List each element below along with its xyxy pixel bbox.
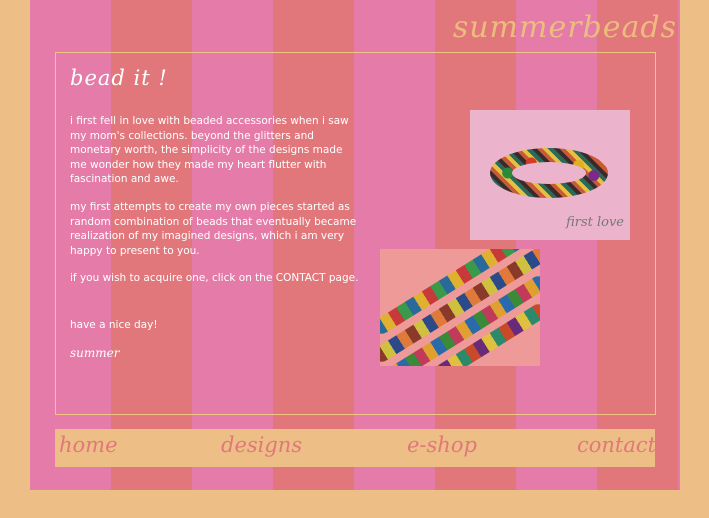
beads-closeup-photo: [380, 249, 540, 366]
bracelet-image: [490, 148, 608, 198]
story-paragraph: my first attempts to create my own piece…: [70, 201, 357, 257]
intro-paragraph: i first fell in love with beaded accesso…: [70, 115, 349, 185]
contact-paragraph: if you wish to acquire one, click on the…: [70, 272, 359, 284]
greeting-paragraph: have a nice day!: [70, 319, 158, 331]
nav-contact[interactable]: contact: [577, 433, 656, 457]
photo-caption: first love: [566, 215, 624, 230]
nav-eshop[interactable]: e-shop: [407, 433, 477, 457]
nav-designs[interactable]: designs: [221, 433, 302, 457]
page-title: bead it !: [70, 66, 168, 90]
nav-home[interactable]: home: [59, 433, 118, 457]
main-nav: home designs e-shop contact: [55, 429, 656, 467]
bracelet-photo: first love: [470, 110, 630, 240]
site-logo[interactable]: summerbeads: [453, 10, 677, 45]
signature: summer: [70, 346, 120, 360]
